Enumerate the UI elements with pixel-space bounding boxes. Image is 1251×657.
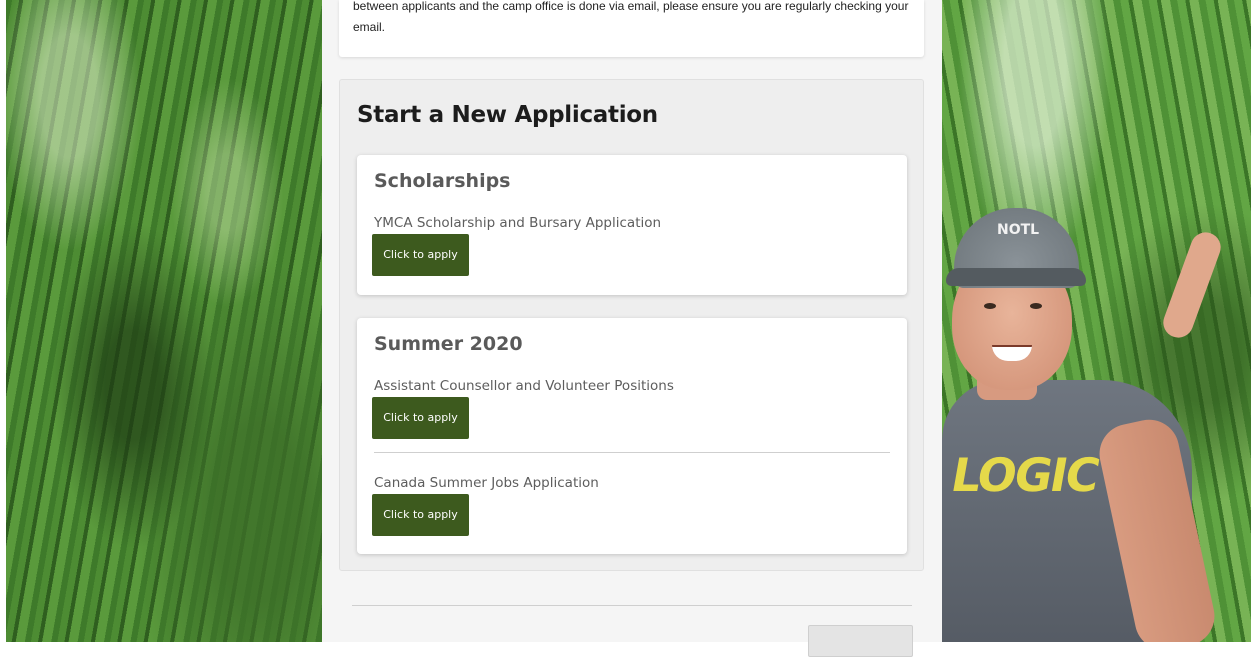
background-photo-left — [0, 0, 322, 642]
application-label: Assistant Counsellor and Volunteer Posit… — [374, 378, 674, 394]
photo-shirt-logo: LOGIC — [947, 448, 1103, 502]
category-title: Summer 2020 — [374, 333, 523, 355]
photo-cap-brim — [946, 268, 1086, 286]
panel-title: Start a New Application — [357, 102, 658, 128]
category-title: Scholarships — [374, 170, 511, 192]
photo-cap-logo: NOTL — [997, 222, 1040, 238]
category-card-scholarships: Scholarships YMCA Scholarship and Bursar… — [357, 155, 907, 295]
application-entry: YMCA Scholarship and Bursary Application… — [372, 214, 890, 276]
application-entry: Canada Summer Jobs Application Click to … — [372, 474, 890, 536]
footer-bar — [322, 610, 942, 657]
new-application-panel: Start a New Application Scholarships YMC… — [339, 79, 924, 571]
application-label: YMCA Scholarship and Bursary Application — [374, 215, 662, 231]
apply-button[interactable]: Click to apply — [372, 234, 469, 276]
next-panel-top-edge — [352, 605, 912, 606]
footer-button[interactable] — [808, 625, 913, 657]
intro-card: between applicants and the camp office i… — [339, 0, 924, 57]
photo-eye — [984, 303, 996, 309]
application-entry: Assistant Counsellor and Volunteer Posit… — [372, 377, 890, 439]
apply-button[interactable]: Click to apply — [372, 397, 469, 439]
apply-button[interactable]: Click to apply — [372, 494, 469, 536]
photo-eye — [1030, 303, 1042, 309]
background-photo-right: LOGIC NOTL — [942, 0, 1251, 642]
category-card-summer-2020: Summer 2020 Assistant Counsellor and Vol… — [357, 318, 907, 554]
application-label: Canada Summer Jobs Application — [374, 475, 599, 491]
entry-divider — [374, 452, 890, 453]
photo-hand — [1159, 228, 1225, 342]
main-content: between applicants and the camp office i… — [322, 0, 942, 657]
intro-text: between applicants and the camp office i… — [353, 0, 909, 34]
